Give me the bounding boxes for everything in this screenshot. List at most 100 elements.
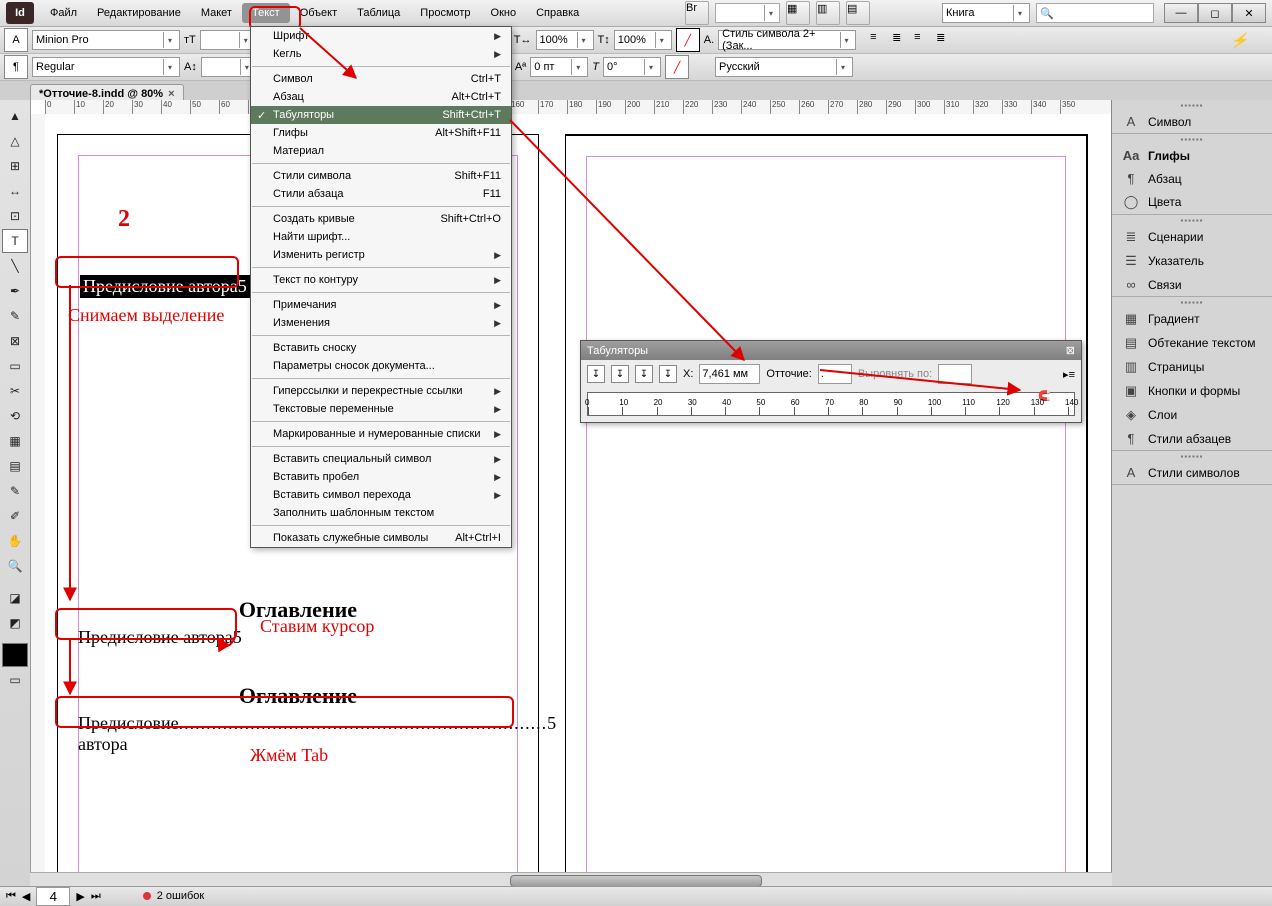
menu-item-текстовые-переменные[interactable]: Текстовые переменные▶ <box>251 400 511 418</box>
panel-абзац[interactable]: ¶Абзац <box>1112 167 1272 190</box>
scale-x-combo[interactable]: 100%▾ <box>536 30 594 50</box>
default-fill[interactable] <box>2 643 28 667</box>
panel-символ[interactable]: AСимвол <box>1112 110 1272 133</box>
tabs-panel[interactable]: Табуляторы ⊠ ↧ ↧ ↧ ↧ X: Отточие: Выровня… <box>580 340 1082 423</box>
workspace-switcher[interactable]: Книга ▾ <box>942 3 1030 23</box>
selection-tool[interactable]: ▲ <box>2 104 28 128</box>
tabs-panel-title-bar[interactable]: Табуляторы ⊠ <box>581 341 1081 360</box>
menu-просмотр[interactable]: Просмотр <box>410 3 480 23</box>
page-nav-next-icon[interactable]: ▶ <box>76 890 84 903</box>
menu-окно[interactable]: Окно <box>481 3 527 23</box>
tab-align-center-icon[interactable]: ↧ <box>611 365 629 383</box>
font-style-combo[interactable]: Regular ▾ <box>32 57 180 77</box>
char-style-combo[interactable]: Стиль символа 2+ (Зак...▾ <box>718 30 856 50</box>
skew-combo[interactable]: 0°▾ <box>603 57 661 77</box>
align-center-button[interactable]: ≣ <box>892 31 910 49</box>
apply-color[interactable]: ◩ <box>2 611 28 635</box>
menu-справка[interactable]: Справка <box>526 3 589 23</box>
menu-item-абзац[interactable]: АбзацAlt+Ctrl+T <box>251 88 511 106</box>
menu-item-текст-по-контуру[interactable]: Текст по контуру▶ <box>251 271 511 289</box>
tabs-ruler[interactable]: 🧲 0102030405060708090100110120130140 <box>587 392 1075 416</box>
screen-mode-tool[interactable]: ▭ <box>2 668 28 692</box>
rectangle-tool[interactable]: ▭ <box>2 354 28 378</box>
menu-item-кегль[interactable]: Кегль▶ <box>251 45 511 63</box>
maximize-button[interactable]: ◻ <box>1198 3 1232 23</box>
dropdown-icon[interactable]: ▾ <box>163 32 176 48</box>
menu-макет[interactable]: Макет <box>191 3 242 23</box>
quick-apply-icon[interactable]: ⚡ <box>1211 32 1268 49</box>
transform-tool[interactable]: ⟲ <box>2 404 28 428</box>
zoom-input[interactable]: 80,1% <box>718 6 762 20</box>
menu-item-заполнить-шаблонным-текстом[interactable]: Заполнить шаблонным текстом <box>251 504 511 522</box>
error-indicator-icon[interactable] <box>143 892 151 900</box>
menu-item-показать-служебные-символы[interactable]: Показать служебные символыAlt+Ctrl+I <box>251 529 511 547</box>
panel-сценарии[interactable]: ≣Сценарии <box>1112 225 1272 249</box>
help-search[interactable]: 🔍 <box>1036 3 1154 23</box>
para-mode-icon[interactable]: ¶ <box>4 55 28 79</box>
direct-selection-tool[interactable]: △ <box>2 129 28 153</box>
menu-item-шрифт[interactable]: Шрифт▶ <box>251 27 511 45</box>
language-combo[interactable]: Русский▾ <box>715 57 853 77</box>
gradient-feather-tool[interactable]: ▤ <box>2 454 28 478</box>
tab-align-input[interactable] <box>938 364 972 384</box>
hand-tool[interactable]: ✋ <box>2 529 28 553</box>
scissors-tool[interactable]: ✂ <box>2 379 28 403</box>
char-mode-icon[interactable]: A <box>4 28 28 52</box>
menu-item-изменения[interactable]: Изменения▶ <box>251 314 511 332</box>
align-left-button[interactable]: ≡ <box>870 31 888 49</box>
gap-tool[interactable]: ↔ <box>2 179 28 203</box>
panel-menu-icon[interactable]: ▸≡ <box>1063 368 1075 381</box>
close-button[interactable]: ✕ <box>1232 3 1266 23</box>
tabs-panel-close-icon[interactable]: ⊠ <box>1066 344 1075 357</box>
menu-item-изменить-регистр[interactable]: Изменить регистр▶ <box>251 246 511 264</box>
horizontal-scrollbar[interactable] <box>30 872 1112 887</box>
dropdown-icon[interactable]: ▾ <box>163 59 176 75</box>
panel-связи[interactable]: ∞Связи <box>1112 273 1272 296</box>
page-right[interactable] <box>565 134 1088 887</box>
zoom-field[interactable]: 80,1% ▾ <box>715 3 780 23</box>
panel-указатель[interactable]: ☰Указатель <box>1112 249 1272 273</box>
align-right-button[interactable]: ≡ <box>914 31 932 49</box>
menu-item-вставить-символ-перехода[interactable]: Вставить символ перехода▶ <box>251 486 511 504</box>
pen-tool[interactable]: ✒ <box>2 279 28 303</box>
menu-файл[interactable]: Файл <box>40 3 87 23</box>
menu-item-гиперссылки-и-перекрестные-ссылки[interactable]: Гиперссылки и перекрестные ссылки▶ <box>251 382 511 400</box>
font-size-combo[interactable]: ▾ <box>200 30 256 50</box>
tab-align-left-icon[interactable]: ↧ <box>587 365 605 383</box>
panel-страницы[interactable]: ▥Страницы <box>1112 355 1272 379</box>
close-tab-icon[interactable]: × <box>168 88 174 100</box>
content-tool[interactable]: ⊡ <box>2 204 28 228</box>
zoom-tool[interactable]: 🔍 <box>2 554 28 578</box>
menu-таблица[interactable]: Таблица <box>347 3 410 23</box>
menu-item-примечания[interactable]: Примечания▶ <box>251 296 511 314</box>
eyedropper-tool[interactable]: ✐ <box>2 504 28 528</box>
tab-leader-input[interactable] <box>818 364 852 384</box>
panel-кнопки-и-формы[interactable]: ▣Кнопки и формы <box>1112 379 1272 403</box>
menu-item-параметры-сносок-документа...[interactable]: Параметры сносок документа... <box>251 357 511 375</box>
menu-item-создать-кривые[interactable]: Создать кривыеShift+Ctrl+O <box>251 210 511 228</box>
error-count[interactable]: 2 ошибок <box>157 890 205 902</box>
panel-цвета[interactable]: ◯Цвета <box>1112 190 1272 214</box>
stroke-swatch[interactable]: ╱ <box>665 55 689 79</box>
panel-обтекание-текстом[interactable]: ▤Обтекание текстом <box>1112 331 1272 355</box>
fill-swatch[interactable]: ╱ <box>676 28 700 52</box>
panel-слои[interactable]: ◈Слои <box>1112 403 1272 427</box>
type-tool[interactable]: T <box>2 229 28 253</box>
pencil-tool[interactable]: ✎ <box>2 304 28 328</box>
panel-глифы[interactable]: AaГлифы <box>1112 144 1272 167</box>
canvas[interactable]: 0102030405060708090100110120130140150160… <box>31 100 1111 887</box>
page-number-input[interactable] <box>36 887 70 906</box>
frame-tool[interactable]: ⊠ <box>2 329 28 353</box>
menu-item-материал[interactable]: Материал <box>251 142 511 160</box>
arrange-button[interactable]: ▥ <box>816 1 840 25</box>
menu-item-вставить-специальный-символ[interactable]: Вставить специальный символ▶ <box>251 450 511 468</box>
panel-градиент[interactable]: ▦Градиент <box>1112 307 1272 331</box>
menu-item-символ[interactable]: СимволCtrl+T <box>251 70 511 88</box>
panel-стили-абзацев[interactable]: ¶Стили абзацев <box>1112 427 1272 450</box>
menu-item-вставить-пробел[interactable]: Вставить пробел▶ <box>251 468 511 486</box>
font-family-combo[interactable]: Minion Pro ▾ <box>32 30 180 50</box>
page-nav-first-icon[interactable]: ⏮ <box>6 890 16 903</box>
menu-item-табуляторы[interactable]: ТабуляторыShift+Ctrl+T <box>251 106 511 124</box>
menu-item-глифы[interactable]: ГлифыAlt+Shift+F11 <box>251 124 511 142</box>
tab-align-right-icon[interactable]: ↧ <box>635 365 653 383</box>
